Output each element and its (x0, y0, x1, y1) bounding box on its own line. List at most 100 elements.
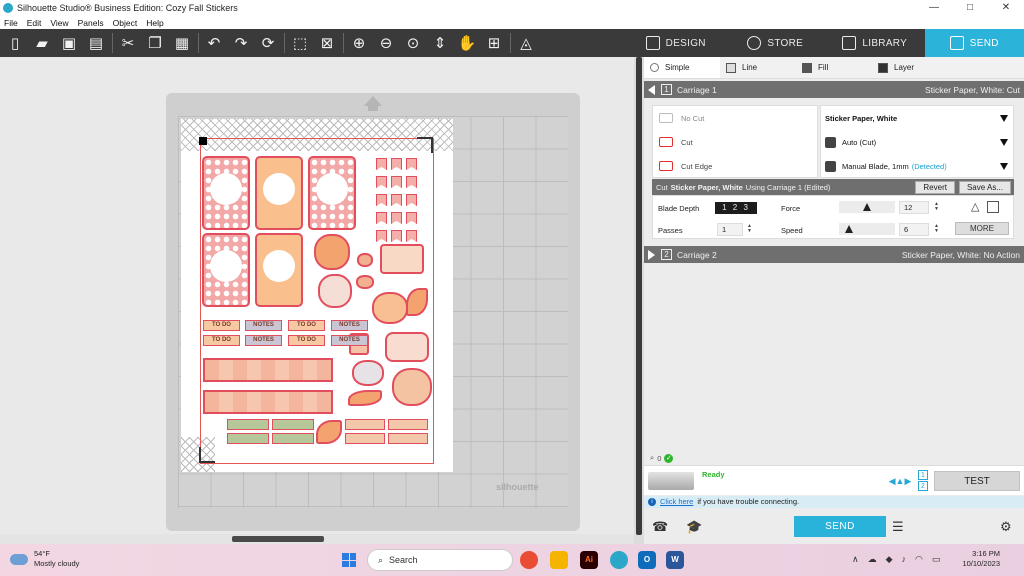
washi-strip-sticker[interactable] (203, 390, 333, 414)
menu-view[interactable]: View (50, 18, 68, 28)
wifi-icon[interactable]: ◠ (915, 554, 923, 565)
todo-tag-sticker[interactable]: TO DO (203, 320, 240, 331)
zoom-selected-icon[interactable]: ⊙ (402, 33, 424, 53)
word-icon[interactable]: W (666, 551, 684, 569)
tool-select[interactable]: Auto (Cut) (821, 130, 1013, 154)
sound-icon[interactable]: ♪ (902, 554, 907, 565)
settings-gear-icon[interactable]: ⚙ (1000, 519, 1012, 535)
page-2-button[interactable]: 2 (918, 481, 928, 491)
notes-tag-sticker[interactable]: NOTES (331, 320, 368, 331)
passes-stepper[interactable]: ▲ ▼ (747, 224, 752, 234)
redo-icon[interactable]: ↷ (230, 33, 252, 53)
undo-icon[interactable]: ↶ (203, 33, 225, 53)
file-explorer-icon[interactable] (550, 551, 568, 569)
blade-select[interactable]: Manual Blade, 1mm (Detected) (821, 154, 1013, 178)
green-label-sticker[interactable] (272, 433, 314, 444)
test-button[interactable]: TEST (934, 471, 1020, 491)
illustrator-icon[interactable]: Ai (580, 551, 598, 569)
horizontal-scrollbar[interactable] (0, 534, 634, 544)
weather-widget[interactable]: 54°F Mostly cloudy (10, 549, 79, 569)
drag-zoom-icon[interactable]: ⇕ (429, 33, 451, 53)
scrollbar-thumb[interactable] (636, 57, 642, 535)
notes-tag-sticker[interactable]: NOTES (331, 335, 368, 346)
menu-panels[interactable]: Panels (78, 18, 104, 28)
carriage-2-header[interactable]: 2 Carriage 2 Sticker Paper, White: No Ac… (644, 246, 1024, 263)
paste-icon[interactable]: ▦ (171, 33, 193, 53)
speed-slider[interactable] (839, 223, 895, 235)
pumpkins-sticker[interactable] (372, 292, 408, 324)
todo-tag-sticker[interactable]: TO DO (288, 320, 325, 331)
queue-icon[interactable]: ☎ (652, 519, 668, 535)
blade-triangle-icon[interactable]: △ (971, 200, 979, 213)
vertical-scrollbar[interactable] (634, 57, 644, 544)
minimize-button[interactable]: — (916, 0, 952, 16)
revert-button[interactable]: Revert (915, 180, 955, 194)
wreath-sticker[interactable] (392, 368, 432, 406)
tab-send[interactable]: SEND (924, 29, 1024, 57)
cup-sticker[interactable] (357, 253, 373, 267)
tab-library[interactable]: LIBRARY (825, 29, 925, 57)
list-icon[interactable]: ☰ (892, 519, 904, 535)
open-folder-icon[interactable]: ▰ (31, 33, 53, 53)
coffee-sticker[interactable] (352, 360, 384, 386)
passes-input[interactable]: 1 (717, 223, 743, 236)
click-here-link[interactable]: Click here (660, 496, 693, 508)
washi-strip-sticker[interactable] (203, 358, 333, 382)
force-input[interactable]: 12 (899, 201, 929, 214)
slider-knob[interactable] (845, 225, 853, 233)
todo-tag-sticker[interactable]: TO DO (203, 335, 240, 346)
close-button[interactable]: ✕ (988, 0, 1024, 16)
gnome-sticker[interactable] (318, 274, 352, 308)
save-icon[interactable]: ▣ (58, 33, 80, 53)
move-arrows-icon[interactable]: ◀▲▶ (886, 472, 914, 490)
zoom-out-icon[interactable]: ⊖ (375, 33, 397, 53)
sticker-card[interactable] (308, 156, 356, 230)
outlook-icon[interactable]: O (638, 551, 656, 569)
menu-edit[interactable]: Edit (27, 18, 42, 28)
force-stepper[interactable]: ▲ ▼ (934, 202, 939, 212)
mug-sticker[interactable] (356, 275, 374, 289)
speed-stepper[interactable]: ▲ ▼ (934, 224, 939, 234)
print-icon[interactable]: ▤ (85, 33, 107, 53)
green-label-sticker[interactable] (227, 419, 269, 430)
pumpkin-sticker[interactable] (314, 234, 350, 270)
save-as-button[interactable]: Save As... (958, 180, 1011, 194)
send-button[interactable]: SEND (794, 516, 886, 537)
checkbox[interactable] (987, 201, 999, 213)
sticker-card[interactable] (202, 233, 250, 307)
peach-label-sticker[interactable] (345, 433, 385, 444)
chevron-up-icon[interactable]: ∧ (852, 554, 859, 565)
taskbar-search[interactable]: ⌕ Search (367, 549, 513, 571)
select-all-icon[interactable]: ⬚ (289, 33, 311, 53)
cloud-sync-icon[interactable]: ☁ (868, 554, 877, 565)
speed-input[interactable]: 6 (899, 223, 929, 236)
silhouette-app-icon[interactable] (610, 551, 628, 569)
sweater-sticker[interactable] (385, 332, 429, 362)
more-button[interactable]: MORE (955, 222, 1009, 235)
carriage-1-header[interactable]: 1 Carriage 1 Sticker Paper, White: Cut (644, 81, 1024, 98)
menu-file[interactable]: File (4, 18, 18, 28)
notes-tag-sticker[interactable]: NOTES (245, 335, 282, 346)
tab-simple[interactable]: Simple (644, 57, 720, 78)
new-document-icon[interactable]: ▯ (4, 33, 26, 53)
redraw-icon[interactable]: ⟳ (257, 33, 279, 53)
scrollbar-thumb[interactable] (232, 536, 324, 542)
clock[interactable]: 3:16 PM 10/10/2023 (952, 549, 1000, 569)
pan-icon[interactable]: ✋ (456, 33, 478, 53)
option-cut-edge[interactable]: Cut Edge (653, 154, 817, 178)
peach-label-sticker[interactable] (388, 419, 428, 430)
book-sticker[interactable] (380, 244, 424, 274)
tab-line[interactable]: Line (720, 57, 796, 78)
green-label-sticker[interactable] (227, 433, 269, 444)
option-no-cut[interactable]: No Cut (653, 106, 817, 130)
trace-icon[interactable]: ◬ (515, 33, 537, 53)
tab-design[interactable]: DESIGN (626, 29, 726, 57)
tutorial-icon[interactable]: 🎓 (686, 519, 702, 535)
blade-depth-dial[interactable]: 1 2 3 (715, 202, 757, 214)
force-slider[interactable] (839, 201, 895, 213)
deselect-icon[interactable]: ⊠ (316, 33, 338, 53)
sticker-card[interactable] (255, 233, 303, 307)
fit-page-icon[interactable]: ⊞ (483, 33, 505, 53)
cutter-device-image[interactable] (648, 472, 694, 490)
battery-icon[interactable]: ▭ (932, 554, 941, 565)
